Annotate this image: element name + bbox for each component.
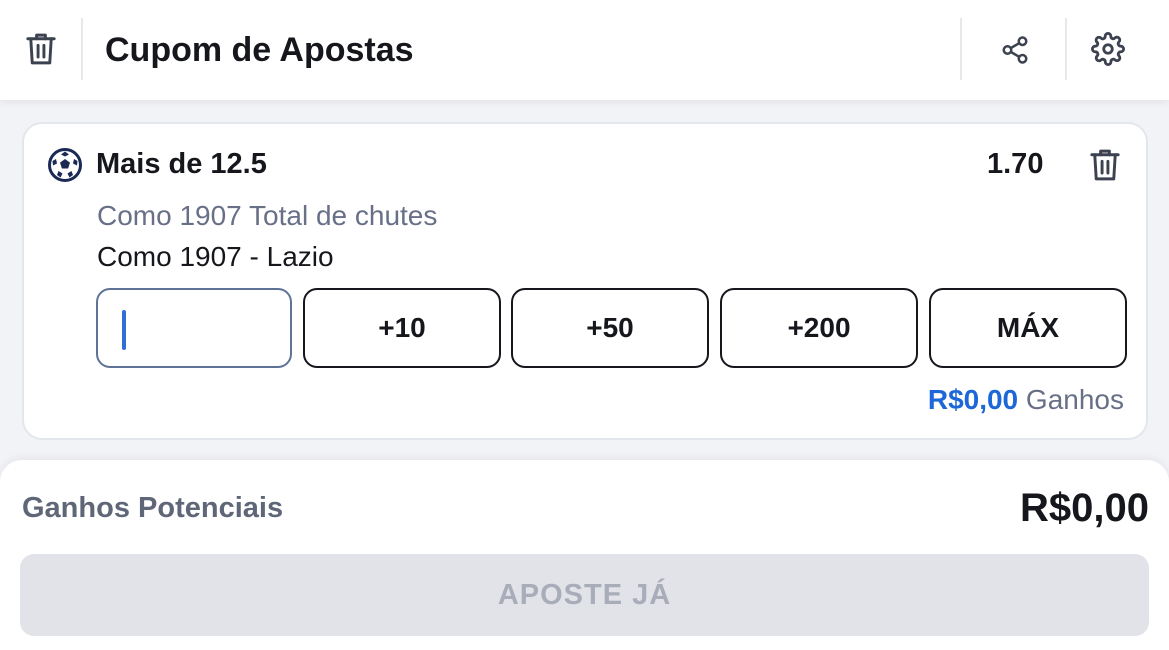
quick-stake-50-button[interactable]: +50 <box>511 288 709 368</box>
potential-winnings-value: R$0,00 <box>1020 486 1149 530</box>
soccer-ball-icon <box>48 148 82 182</box>
trash-icon <box>26 33 56 65</box>
header-divider <box>1065 18 1067 80</box>
stake-input[interactable] <box>96 288 292 368</box>
selection-market: Como 1907 Total de chutes <box>97 200 438 231</box>
quick-stake-max-button[interactable]: MÁX <box>929 288 1127 368</box>
betslip-header: Cupom de Apostas <box>0 0 1169 100</box>
place-bet-button[interactable]: APOSTE JÁ <box>20 554 1149 636</box>
selection-event: Como 1907 - Lazio <box>97 241 334 272</box>
quick-stake-200-button[interactable]: +200 <box>720 288 918 368</box>
remove-selection-button[interactable] <box>1087 146 1125 184</box>
settings-button[interactable] <box>1087 28 1129 70</box>
selection-title: Mais de 12.5 <box>96 148 267 180</box>
share-icon <box>1002 36 1028 64</box>
header-divider <box>81 18 83 80</box>
gear-icon <box>1091 32 1125 66</box>
selection-card: Mais de 12.5 1.70 Como 1907 Total de chu… <box>22 122 1148 440</box>
clear-betslip-button[interactable] <box>20 28 62 70</box>
quick-stake-10-button[interactable]: +10 <box>303 288 501 368</box>
betslip-footer: Ganhos Potenciais R$0,00 APOSTE JÁ <box>0 460 1169 650</box>
trash-icon <box>1090 149 1120 181</box>
share-button[interactable] <box>995 30 1035 70</box>
potential-winnings-label: Ganhos Potenciais <box>22 492 284 524</box>
header-divider <box>960 18 962 80</box>
page-title: Cupom de Apostas <box>105 31 414 69</box>
winnings-label: Ganhos <box>1025 384 1124 415</box>
selection-odds: 1.70 <box>987 148 1044 180</box>
selection-winnings: R$0,00 Ganhos <box>928 382 1124 418</box>
text-caret <box>122 310 126 350</box>
winnings-amount: R$0,00 <box>927 384 1019 415</box>
